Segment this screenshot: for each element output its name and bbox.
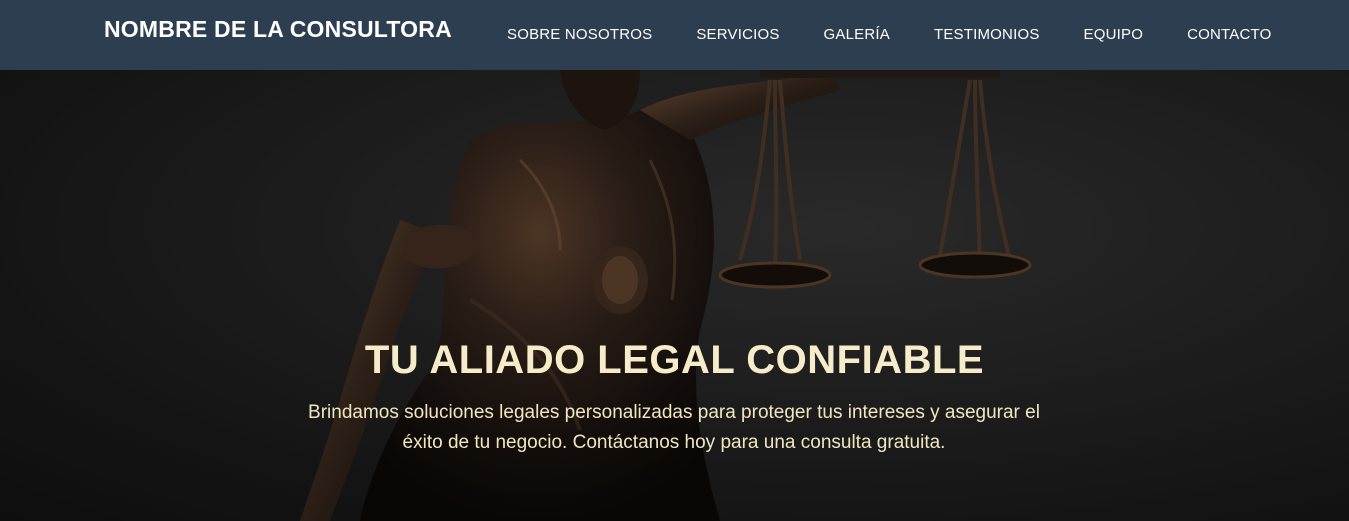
nav-link-servicios[interactable]: SERVICIOS (696, 26, 779, 43)
nav-item-galeria: GALERÍA (802, 26, 912, 44)
hero-section: TU ALIADO LEGAL CONFIABLE Brindamos solu… (0, 70, 1349, 521)
nav-menu: SOBRE NOSOTROS SERVICIOS GALERÍA TESTIMO… (485, 0, 1293, 70)
nav-item-servicios: SERVICIOS (674, 26, 801, 44)
nav-item-testimonios: TESTIMONIOS (912, 26, 1062, 44)
hero-title: TU ALIADO LEGAL CONFIABLE (364, 338, 985, 382)
nav-item-contacto: CONTACTO (1165, 26, 1293, 44)
nav-item-sobre-nosotros: SOBRE NOSOTROS (485, 26, 674, 44)
nav-link-testimonios[interactable]: TESTIMONIOS (934, 26, 1040, 43)
hero-subtitle: Brindamos soluciones legales personaliza… (308, 402, 1040, 453)
nav-item-equipo: EQUIPO (1062, 26, 1166, 44)
nav-link-contacto[interactable]: CONTACTO (1187, 26, 1271, 43)
top-navbar: NOMBRE DE LA CONSULTORA SOBRE NOSOTROS S… (0, 0, 1349, 70)
nav-link-sobre-nosotros[interactable]: SOBRE NOSOTROS (507, 26, 652, 43)
nav-link-galeria[interactable]: GALERÍA (824, 26, 890, 43)
brand-logo-link[interactable]: NOMBRE DE LA CONSULTORA (104, 16, 452, 43)
page: NOMBRE DE LA CONSULTORA SOBRE NOSOTROS S… (0, 0, 1349, 521)
nav-link-equipo[interactable]: EQUIPO (1084, 26, 1144, 43)
